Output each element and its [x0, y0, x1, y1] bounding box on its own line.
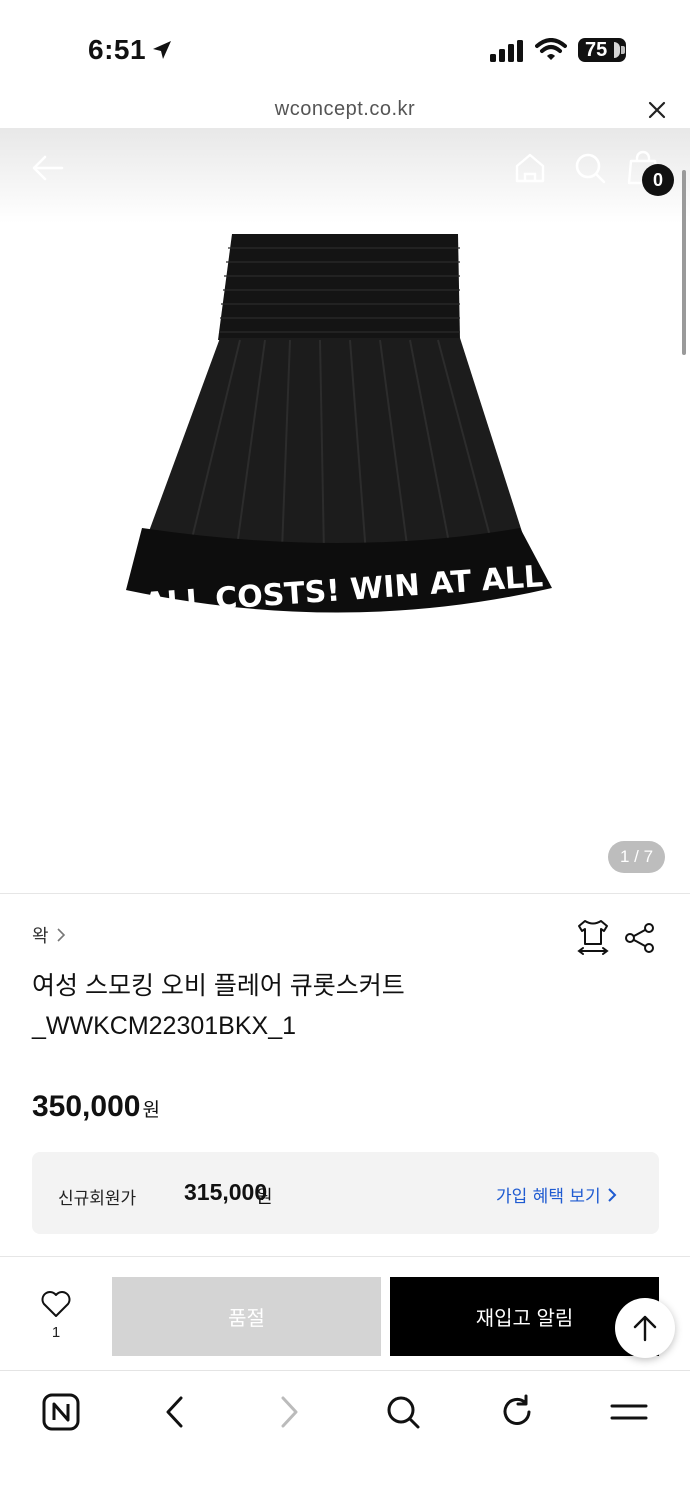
chevron-right-icon [607, 1187, 617, 1202]
refresh-icon[interactable] [498, 1393, 536, 1431]
browser-toolbar [0, 1370, 690, 1500]
divider [0, 1256, 690, 1257]
size-guide-icon[interactable] [576, 918, 610, 956]
battery-tip [621, 46, 625, 54]
image-counter: 1 / 7 [608, 841, 665, 873]
product-title-line2: _WWKCM22301BKX_1 [32, 1012, 297, 1040]
wifi-icon [535, 38, 567, 60]
back-arrow-icon[interactable] [30, 150, 66, 186]
status-bar: 6:51 75 [0, 0, 690, 96]
product-image-gallery[interactable]: 0 WIN AT ALL COSTS! WIN AT ALL COSTS! 1 … [0, 128, 690, 893]
close-icon[interactable] [646, 99, 668, 121]
sold-out-button[interactable]: 품절 [112, 1277, 381, 1356]
browser-back-icon[interactable] [156, 1393, 194, 1431]
search-icon[interactable] [572, 150, 608, 186]
member-price-label: 신규회원가 [58, 1189, 137, 1209]
naver-home-icon[interactable] [42, 1393, 80, 1431]
wishlist-button[interactable]: 1 [36, 1290, 76, 1350]
url-text[interactable]: wconcept.co.kr [0, 98, 690, 121]
browser-url-bar[interactable]: wconcept.co.kr [0, 92, 690, 128]
brand-link[interactable]: 왁 [32, 922, 67, 948]
brand-name[interactable]: 왁 [32, 922, 49, 948]
member-price-unit: 원 [256, 1187, 273, 1208]
home-icon[interactable] [512, 150, 548, 186]
divider [0, 893, 690, 894]
product-price: 350,000 원 [32, 1090, 160, 1124]
heart-icon[interactable] [40, 1290, 72, 1318]
member-price-box: 신규회원가 315,000 원 가입 혜택 보기 [32, 1152, 659, 1234]
share-icon[interactable] [624, 922, 656, 954]
location-arrow-icon [153, 41, 171, 59]
status-time: 6:51 [88, 34, 147, 65]
member-price-value: 315,000 [184, 1179, 268, 1205]
product-title-line1: 여성 스모킹 오비 플레어 큐롯스커트 [32, 972, 405, 1000]
price-unit: 원 [142, 1099, 160, 1121]
cellular-signal-icon [490, 40, 523, 62]
browser-search-icon[interactable] [384, 1393, 422, 1431]
price-value: 350,000 [32, 1090, 141, 1123]
scroll-to-top-button[interactable] [615, 1298, 675, 1358]
scrollbar[interactable] [682, 170, 686, 355]
signup-benefit-link[interactable]: 가입 혜택 보기 [496, 1182, 617, 1207]
chevron-right-icon [56, 928, 65, 942]
product-title: 여성 스모킹 오비 플레어 큐롯스커트 _WWKCM22301BKX_1 [32, 966, 632, 1046]
signup-benefit-label[interactable]: 가입 혜택 보기 [496, 1182, 601, 1207]
arrow-up-icon [633, 1315, 657, 1342]
browser-forward-icon[interactable] [270, 1393, 308, 1431]
skirt-product-image: WIN AT ALL COSTS! WIN AT ALL COSTS! [120, 234, 570, 631]
cart-count-badge: 0 [642, 164, 674, 196]
menu-icon[interactable] [610, 1393, 648, 1431]
battery-level: 75 [585, 38, 608, 61]
wishlist-count: 1 [51, 1324, 61, 1341]
